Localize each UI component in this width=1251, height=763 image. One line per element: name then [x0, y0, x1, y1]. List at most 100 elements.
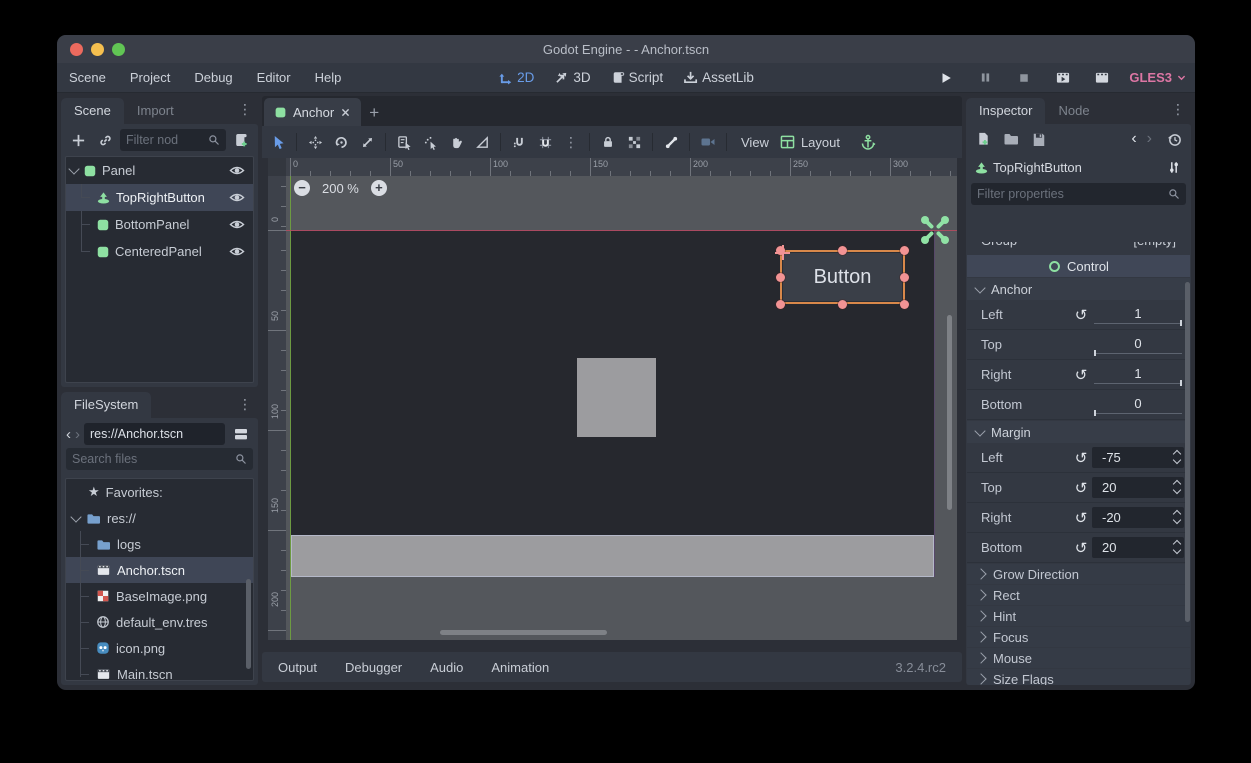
- margin-right-field[interactable]: -20: [1092, 507, 1184, 528]
- fs-row-logs[interactable]: logs: [66, 531, 253, 557]
- tab-node[interactable]: Node: [1045, 98, 1102, 124]
- visibility-eye-icon[interactable]: [225, 240, 249, 264]
- revert-button[interactable]: ↺: [1070, 509, 1092, 527]
- section-size-flags[interactable]: Size Flags: [967, 669, 1190, 685]
- scene-tree-row-centeredpanel[interactable]: CenteredPanel: [66, 238, 253, 265]
- mode-2d-button[interactable]: 2D: [498, 70, 534, 85]
- attach-script-button[interactable]: [229, 128, 253, 152]
- zoom-button[interactable]: [112, 43, 125, 56]
- mode-3d-button[interactable]: 3D: [554, 70, 590, 85]
- object-extra-tools-button[interactable]: [1162, 156, 1186, 180]
- section-mouse[interactable]: Mouse: [967, 648, 1190, 668]
- play-scene-button[interactable]: [1051, 66, 1075, 90]
- lock-button[interactable]: [596, 130, 620, 154]
- menu-debug[interactable]: Debug: [182, 63, 244, 92]
- load-resource-button[interactable]: [999, 127, 1023, 151]
- visibility-eye-icon[interactable]: [225, 213, 249, 237]
- anchor-bottom-field[interactable]: 0: [1092, 395, 1184, 415]
- mode-assetlib-button[interactable]: AssetLib: [683, 70, 754, 85]
- expander-icon[interactable]: [70, 511, 81, 522]
- tab-output[interactable]: Output: [278, 660, 317, 675]
- history-forward-button[interactable]: ›: [1147, 130, 1152, 148]
- centered-panel-node[interactable]: [577, 358, 656, 437]
- dock-menu-icon[interactable]: ⋮: [238, 396, 252, 413]
- section-focus[interactable]: Focus: [967, 627, 1190, 647]
- layout-menu[interactable]: Layout: [799, 135, 848, 150]
- section-rect[interactable]: Rect: [967, 585, 1190, 605]
- smart-snap-button[interactable]: [507, 130, 531, 154]
- pan-tool-button[interactable]: [444, 130, 468, 154]
- stop-button[interactable]: [1012, 66, 1036, 90]
- scene-tree-row-panel[interactable]: Panel: [66, 157, 253, 184]
- anchor-right-field[interactable]: 1: [1092, 365, 1184, 385]
- history-forward-button[interactable]: ›: [75, 426, 80, 443]
- play-button[interactable]: [934, 66, 958, 90]
- ruler-tool-button[interactable]: [470, 130, 494, 154]
- zoom-level[interactable]: 200 %: [322, 181, 359, 196]
- scale-tool-button[interactable]: [355, 130, 379, 154]
- instance-scene-button[interactable]: [93, 128, 117, 152]
- skeleton-bone-icon[interactable]: [659, 130, 683, 154]
- group-button[interactable]: [622, 130, 646, 154]
- video-driver-select[interactable]: GLES3: [1129, 70, 1187, 85]
- pivot-tool-button[interactable]: [418, 130, 442, 154]
- scene-tree-row-toprightbutton[interactable]: TopRightButton: [66, 184, 253, 211]
- scene-tab-anchor[interactable]: Anchor: [264, 98, 361, 126]
- preview-camera-icon[interactable]: [696, 130, 720, 154]
- revert-button[interactable]: ↺: [1070, 366, 1092, 384]
- history-back-button[interactable]: ‹: [66, 426, 71, 443]
- section-hint[interactable]: Hint: [967, 606, 1190, 626]
- tab-audio[interactable]: Audio: [430, 660, 463, 675]
- revert-button[interactable]: ↺: [1070, 539, 1092, 557]
- fs-row-res[interactable]: res://: [66, 505, 253, 531]
- tab-animation[interactable]: Animation: [491, 660, 549, 675]
- revert-button[interactable]: ↺: [1070, 306, 1092, 324]
- new-scene-tab-button[interactable]: +: [361, 100, 387, 126]
- fs-row-favorites[interactable]: ★ Favorites:: [66, 479, 253, 505]
- tab-scene[interactable]: Scene: [61, 98, 124, 124]
- fs-row-anchor-tscn[interactable]: Anchor.tscn: [66, 557, 253, 583]
- revert-button[interactable]: ↺: [1070, 479, 1092, 497]
- select-tool-button[interactable]: [266, 130, 290, 154]
- history-back-button[interactable]: ‹: [1131, 130, 1136, 148]
- canvas-viewport[interactable]: Button − 200 % +: [286, 176, 957, 640]
- menu-help[interactable]: Help: [303, 63, 354, 92]
- margin-bottom-field[interactable]: 20: [1092, 537, 1184, 558]
- scene-tree-row-bottompanel[interactable]: BottomPanel: [66, 211, 253, 238]
- list-select-tool-button[interactable]: [392, 130, 416, 154]
- selection-handle[interactable]: [776, 273, 785, 282]
- fs-row-main-tscn[interactable]: Main.tscn: [66, 661, 253, 681]
- margin-top-field[interactable]: 20: [1092, 477, 1184, 498]
- bottom-panel-node[interactable]: [291, 535, 934, 577]
- fs-row-default-env[interactable]: default_env.tres: [66, 609, 253, 635]
- visibility-eye-icon[interactable]: [225, 159, 249, 183]
- search-files-input[interactable]: Search files: [66, 448, 253, 470]
- play-custom-scene-button[interactable]: [1090, 66, 1114, 90]
- margin-left-field[interactable]: -75: [1092, 447, 1184, 468]
- tab-debugger[interactable]: Debugger: [345, 660, 402, 675]
- selection-handle[interactable]: [900, 246, 909, 255]
- fs-row-baseimage-png[interactable]: BaseImage.png: [66, 583, 253, 609]
- minimize-button[interactable]: [91, 43, 104, 56]
- current-path-field[interactable]: res://Anchor.tscn: [84, 423, 225, 445]
- rotate-tool-button[interactable]: [329, 130, 353, 154]
- grid-snap-button[interactable]: [533, 130, 557, 154]
- menu-editor[interactable]: Editor: [245, 63, 303, 92]
- pause-button[interactable]: [973, 66, 997, 90]
- close-button[interactable]: [70, 43, 83, 56]
- history-menu-button[interactable]: [1162, 127, 1186, 151]
- toggle-split-mode-button[interactable]: [229, 422, 253, 446]
- zoom-out-button[interactable]: −: [294, 180, 310, 196]
- selection-handle[interactable]: [838, 300, 847, 309]
- selection-handle[interactable]: [838, 246, 847, 255]
- add-node-button[interactable]: [66, 128, 90, 152]
- visibility-eye-icon[interactable]: [225, 186, 249, 210]
- scrollbar-thumb[interactable]: [246, 579, 251, 669]
- horizontal-scrollbar[interactable]: [440, 630, 607, 635]
- dock-menu-icon[interactable]: ⋮: [1171, 101, 1185, 118]
- mode-script-button[interactable]: Script: [611, 70, 664, 85]
- vertical-scrollbar[interactable]: [947, 315, 952, 510]
- view-menu[interactable]: View: [733, 135, 777, 150]
- filter-properties-input[interactable]: Filter properties: [971, 183, 1186, 205]
- tab-inspector[interactable]: Inspector: [966, 98, 1045, 124]
